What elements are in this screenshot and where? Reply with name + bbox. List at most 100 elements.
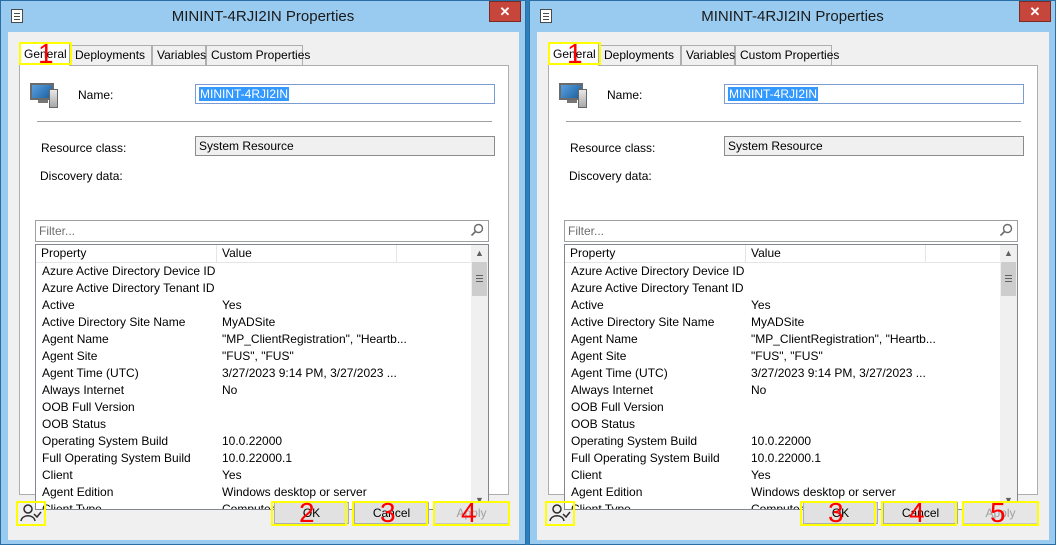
value-cell: Computer: [751, 502, 804, 510]
filter-box[interactable]: [564, 220, 1018, 242]
scroll-up-icon[interactable]: ▲: [1000, 245, 1017, 262]
table-row[interactable]: Azure Active Directory Tenant ID: [36, 280, 472, 297]
tab-variables[interactable]: Variables: [152, 45, 206, 65]
value-cell: Yes: [751, 468, 771, 482]
search-icon[interactable]: [999, 223, 1013, 237]
apply-button[interactable]: Apply: [963, 502, 1038, 524]
filter-input[interactable]: [568, 223, 988, 239]
properties-dialog: MININT-4RJI2IN Properties ✕ General Deploym…: [0, 0, 526, 545]
vertical-scrollbar[interactable]: ▲ ▼: [471, 245, 488, 509]
list-rows: Azure Active Directory Device ID Azure Ac…: [36, 263, 472, 509]
property-cell: Active Directory Site Name: [42, 315, 186, 329]
table-row[interactable]: Agent Time (UTC) 3/27/2023 9:14 PM, 3/27/…: [36, 365, 472, 382]
property-cell: Azure Active Directory Tenant ID: [42, 281, 215, 295]
value-cell: 3/27/2023 9:14 PM, 3/27/2023 ...: [751, 366, 926, 380]
property-cell: Azure Active Directory Device ID: [571, 264, 745, 278]
tab-general[interactable]: General: [19, 43, 70, 66]
property-cell: Operating System Build: [42, 434, 169, 448]
user-button[interactable]: [548, 502, 572, 524]
list-rows: Azure Active Directory Device ID Azure Ac…: [565, 263, 1001, 510]
user-button[interactable]: [19, 502, 43, 524]
computer-icon: [30, 83, 58, 109]
discovery-data-list[interactable]: Property Value Azure Active Directory Devi…: [35, 244, 489, 510]
table-row[interactable]: Always Internet No: [36, 382, 472, 399]
tab-custom-properties[interactable]: Custom Properties: [735, 45, 839, 65]
property-cell: Active: [42, 298, 75, 312]
table-row[interactable]: Operating System Build 10.0.22000: [565, 433, 1001, 450]
cancel-button[interactable]: Cancel: [354, 502, 429, 524]
table-row[interactable]: OOB Full Version: [36, 399, 472, 416]
scroll-thumb[interactable]: [472, 262, 487, 296]
table-row[interactable]: Agent Name "MP_ClientRegistration", "Hear…: [36, 331, 472, 348]
tab-deployments[interactable]: Deployments: [70, 45, 152, 65]
table-row[interactable]: Agent Edition Windows desktop or server: [565, 484, 1001, 501]
table-row[interactable]: Operating System Build 10.0.22000: [36, 433, 472, 450]
table-row[interactable]: Agent Site "FUS", "FUS": [565, 348, 1001, 365]
resource-class-field: System Resource: [195, 136, 495, 156]
close-icon: ✕: [1029, 4, 1041, 19]
ok-button[interactable]: OK: [803, 502, 878, 524]
property-cell: Operating System Build: [571, 434, 698, 448]
table-row[interactable]: Active Directory Site Name MyADSite: [36, 314, 472, 331]
table-row[interactable]: OOB Status: [565, 416, 1001, 433]
table-row[interactable]: Full Operating System Build 10.0.22000.1: [36, 450, 472, 467]
table-row[interactable]: Azure Active Directory Device ID: [565, 263, 1001, 280]
vertical-scrollbar[interactable]: ▲ ▼: [1000, 245, 1017, 509]
table-row[interactable]: Agent Time (UTC) 3/27/2023 9:14 PM, 3/27/…: [565, 365, 1001, 382]
property-cell: Full Operating System Build: [571, 451, 720, 465]
name-field[interactable]: MININT-4RJI2IN: [724, 84, 1024, 104]
discovery-data-list[interactable]: Property Value Azure Active Directory Devi…: [564, 244, 1018, 510]
tab-deployments[interactable]: Deployments: [599, 45, 681, 65]
property-cell: Client Type: [571, 502, 631, 510]
search-icon[interactable]: [470, 223, 484, 237]
property-cell: Agent Name: [571, 332, 638, 346]
tab-variables[interactable]: Variables: [681, 45, 735, 65]
table-row[interactable]: Agent Site "FUS", "FUS": [36, 348, 472, 365]
filter-box[interactable]: [35, 220, 489, 242]
table-row[interactable]: Always Internet No: [565, 382, 1001, 399]
value-cell: 3/27/2023 9:14 PM, 3/27/2023 ...: [222, 366, 397, 380]
resource-class-field: System Resource: [724, 136, 1024, 156]
scroll-thumb[interactable]: [1001, 262, 1016, 296]
property-cell: Full Operating System Build: [42, 451, 191, 465]
property-cell: OOB Full Version: [42, 400, 135, 414]
property-cell: Active: [571, 298, 604, 312]
close-button[interactable]: ✕: [489, 1, 521, 22]
table-row[interactable]: Agent Edition Windows desktop or server: [36, 484, 472, 501]
value-cell: Yes: [222, 298, 242, 312]
table-row[interactable]: Active Directory Site Name MyADSite: [565, 314, 1001, 331]
property-cell: Agent Name: [42, 332, 109, 346]
table-row[interactable]: OOB Status: [36, 416, 472, 433]
value-cell: 10.0.22000: [751, 434, 812, 448]
table-row[interactable]: Azure Active Directory Tenant ID: [565, 280, 1001, 297]
title-bar[interactable]: MININT-4RJI2IN Properties ✕: [530, 1, 1055, 31]
table-row[interactable]: Azure Active Directory Device ID: [36, 263, 472, 280]
property-cell: Agent Site: [571, 349, 627, 363]
name-field[interactable]: MININT-4RJI2IN: [195, 84, 495, 104]
tab-custom-properties[interactable]: Custom Properties: [206, 45, 310, 65]
close-button[interactable]: ✕: [1019, 1, 1051, 22]
ok-button[interactable]: OK: [274, 502, 349, 524]
column-header-property[interactable]: Property: [36, 245, 217, 262]
column-header-value[interactable]: Value: [746, 245, 926, 262]
table-row[interactable]: Client Yes: [36, 467, 472, 484]
property-cell: Azure Active Directory Tenant ID: [571, 281, 744, 295]
table-row[interactable]: Client Yes: [565, 467, 1001, 484]
property-cell: Agent Time (UTC): [42, 366, 139, 380]
scroll-up-icon[interactable]: ▲: [471, 245, 488, 262]
tab-general[interactable]: General: [548, 43, 599, 66]
table-row[interactable]: Full Operating System Build 10.0.22000.1: [565, 450, 1001, 467]
name-label: Name:: [607, 88, 643, 102]
table-row[interactable]: Active Yes: [565, 297, 1001, 314]
column-header-value[interactable]: Value: [217, 245, 397, 262]
cancel-button[interactable]: Cancel: [883, 502, 958, 524]
column-header-property[interactable]: Property: [565, 245, 746, 262]
table-row[interactable]: Active Yes: [36, 297, 472, 314]
value-cell: 10.0.22000.1: [222, 451, 293, 465]
table-row[interactable]: OOB Full Version: [565, 399, 1001, 416]
title-bar[interactable]: MININT-4RJI2IN Properties ✕: [1, 1, 525, 31]
table-row[interactable]: Agent Name "MP_ClientRegistration", "Hear…: [565, 331, 1001, 348]
property-cell: Active Directory Site Name: [571, 315, 715, 329]
apply-button[interactable]: Apply: [434, 502, 509, 524]
filter-input[interactable]: [39, 223, 459, 239]
